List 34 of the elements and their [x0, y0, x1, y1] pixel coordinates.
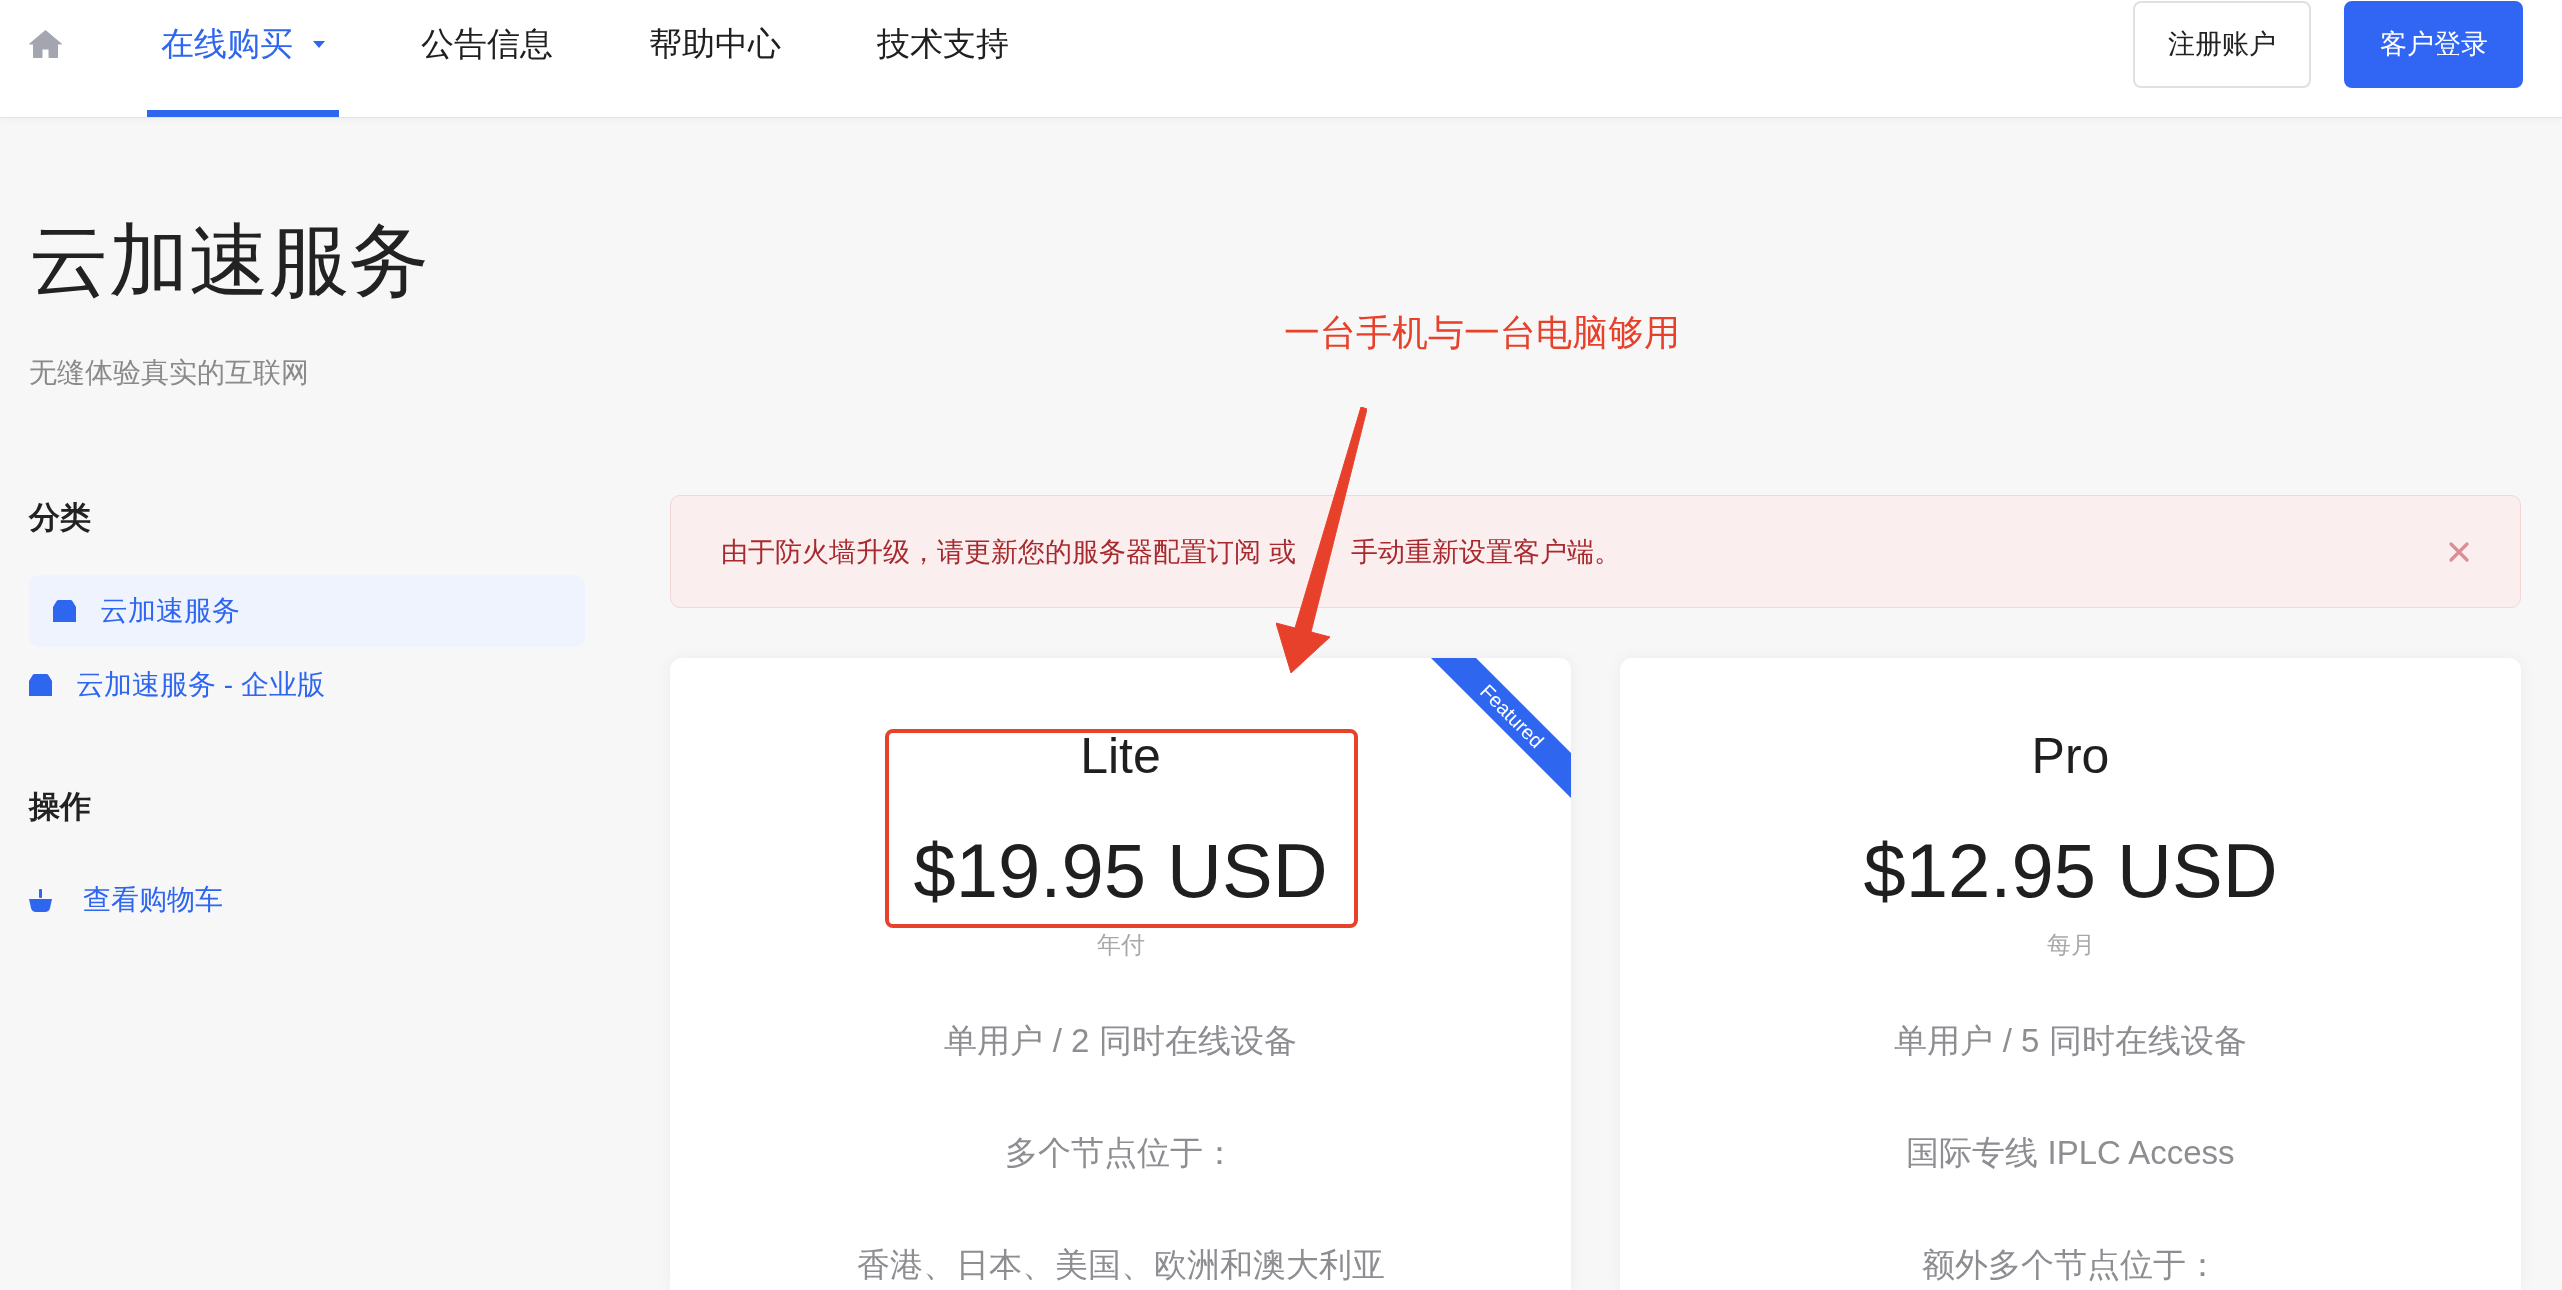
plan-price: $19.95 USD	[913, 827, 1328, 915]
plan-feature: 单用户 / 2 同时在线设备	[944, 1021, 1297, 1061]
home-icon[interactable]	[29, 30, 62, 58]
alert-text: 由于防火墙升级，请更新您的服务器配置订阅 或	[721, 535, 1296, 569]
nav-tab[interactable]: 公告信息	[407, 0, 567, 117]
box-icon	[53, 600, 76, 622]
login-button[interactable]: 客户登录	[2344, 1, 2523, 88]
sidebar-item[interactable]: 查看购物车	[29, 864, 585, 936]
nav-tab[interactable]: 技术支持	[863, 0, 1023, 117]
register-button[interactable]: 注册账户	[2133, 1, 2311, 88]
plan-name: Pro	[2031, 728, 2110, 784]
page-title: 云加速服务	[29, 215, 429, 307]
sidebar-item[interactable]: 云加速服务	[29, 575, 585, 647]
close-button[interactable]	[2448, 540, 2470, 563]
plan-feature: 国际专线 IPLC Access	[1906, 1133, 2235, 1173]
nav-tab[interactable]: 在线购买	[147, 0, 339, 117]
sidebar-heading: 操作	[29, 788, 91, 826]
plan-name: Lite	[1080, 728, 1161, 784]
billing-period: 年付	[1096, 930, 1145, 960]
plan-feature: 额外多个节点位于：	[1922, 1245, 2219, 1285]
basket-icon	[29, 888, 52, 912]
plan-feature: 香港、日本、美国、欧洲和澳大利亚	[856, 1245, 1385, 1285]
page-subtitle: 无缝体验真实的互联网	[29, 356, 309, 390]
annotation-text: 一台手机与一台电脑够用	[1284, 313, 1680, 353]
plan-feature: 多个节点位于：	[1005, 1133, 1236, 1173]
alert-text: 手动重新设置客户端。	[1350, 535, 1621, 569]
close-icon	[2448, 540, 2470, 563]
sidebar-heading: 分类	[29, 499, 91, 537]
sidebar-item[interactable]: 云加速服务 - 企业版	[29, 649, 585, 721]
plan-price: $12.95 USD	[1863, 827, 2278, 915]
nav-tab[interactable]: 帮助中心	[635, 0, 795, 117]
billing-period: 每月	[2046, 930, 2095, 960]
plan-feature: 单用户 / 5 同时在线设备	[1894, 1021, 2247, 1061]
box-icon	[29, 674, 52, 696]
